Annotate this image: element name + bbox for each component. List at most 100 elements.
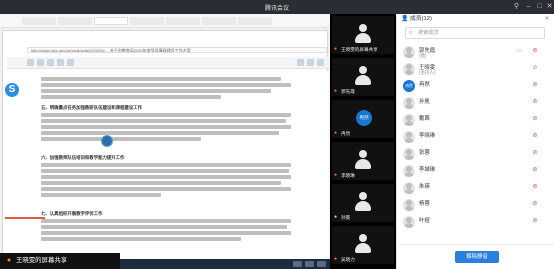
toolbar-button[interactable] [57,59,64,66]
browser-tabs [22,17,322,25]
browser-tab[interactable] [238,17,272,25]
video-tile[interactable]: ● 王晓雯的屏幕共享 [332,16,394,54]
avatar [354,148,372,170]
member-row[interactable]: 叶娅 ⊘ [397,214,554,230]
tile-label: ● 王晓雯的屏幕共享 [334,46,378,52]
tray-icon[interactable] [317,261,326,267]
avatar [403,182,415,194]
avatar [403,148,415,160]
sharer-label: ● 王晓雯的屏幕共享 [0,253,120,269]
browser-tab[interactable] [166,17,200,25]
mic-muted-icon[interactable]: ⊘ [531,115,539,124]
pin-icon[interactable]: ⚲ [512,2,521,11]
doc-heading: 七、认真组织开展教学评优工作 [41,211,103,216]
member-row[interactable]: 冉然 冉然 ⊘ [397,78,554,94]
browser-logo-icon: S [5,83,19,97]
mic-icon: ● [334,130,338,136]
member-name: 戴茜 [419,116,430,122]
mic-muted-icon[interactable]: ⊘ [531,47,539,56]
mic-muted-icon[interactable]: ⊘ [531,183,539,192]
avatar [354,22,372,44]
tray-icon[interactable] [305,261,314,267]
sharer-name: 王晓雯的屏幕共享 [16,257,68,264]
avatar [403,131,415,143]
members-title: 成员(12) [410,16,432,22]
member-row[interactable]: 张蓉 ⊘ [397,146,554,162]
window-title: 腾讯会议 [264,6,289,12]
mic-icon[interactable]: ⊘ [531,64,539,73]
toolbar-button[interactable] [297,59,304,66]
screen-share-area[interactable]: http://www.njxx.gov.cn/xxgk/zcfg/2020/03… [0,14,331,269]
tile-label: ● 李晓琳 [334,172,355,178]
doc-heading: 五、明确重点任务加强教研队伍建设和课程建设工作 [41,105,142,110]
member-row[interactable]: 王晓雯 (主持人) ⊘ [397,61,554,77]
toolbar-button[interactable] [67,59,74,66]
avatar [403,165,415,177]
members-panel: 👤 成员(12) ✕ ⌕ 搜索成员 郭先霞 (我) ▭ ⊘ 王晓雯 (主持人) … [396,14,554,269]
mic-muted-icon[interactable]: ⊘ [531,200,539,209]
mic-icon: ● [334,46,338,52]
video-tile[interactable]: ● 吴晓力 [332,226,394,264]
video-icon[interactable]: ▭ [515,47,523,56]
floating-assistant-icon[interactable] [101,135,113,147]
members-footer: 解除静音 [397,244,554,269]
member-search-input[interactable]: ⌕ 搜索成员 [405,27,545,39]
search-icon: ⌕ [409,30,413,36]
toolbar-button[interactable] [307,59,314,66]
avatar [403,216,415,228]
video-tile[interactable]: ● 郭先霞 [332,58,394,96]
video-tile[interactable]: 冉然 ● 冉然 [332,100,394,138]
video-tile[interactable]: ● 孙冕 [332,184,394,222]
avatar [354,64,372,86]
minimize-icon[interactable]: – [524,2,533,11]
close-window-icon[interactable]: ✕ [545,2,554,11]
mic-muted-icon[interactable]: ⊘ [531,166,539,175]
member-row[interactable]: 朱瑛 ⊘ [397,180,554,196]
member-row[interactable]: 杨蓉 ⊘ [397,197,554,213]
browser-tab-active[interactable] [94,17,128,25]
tray-icon[interactable] [293,261,302,267]
member-row[interactable]: 戴茜 ⊘ [397,112,554,128]
mic-icon: ● [334,172,338,178]
avatar: 冉然 [356,110,372,126]
mic-muted-icon[interactable]: ⊘ [531,81,539,90]
browser-tab[interactable] [202,17,236,25]
member-name: 李晓琳 [419,133,436,139]
avatar [354,190,372,212]
unmute-all-button[interactable]: 解除静音 [455,251,499,263]
tile-label: ● 孙冕 [334,214,351,220]
mic-muted-icon[interactable]: ⊘ [531,132,539,141]
member-name: 朱瑛 [419,184,430,190]
browser-toolbar [7,57,329,69]
meeting-window: 腾讯会议 ⚲ – □ ✕ http://www.njxx.gov.cn/xxgk… [0,0,554,269]
member-name: 李城琳 [419,167,436,173]
toolbar-button[interactable] [27,59,34,66]
address-bar[interactable]: http://www.njxx.gov.cn/xxgk/zcfg/2020/03… [27,47,327,53]
close-icon[interactable]: ✕ [543,14,551,25]
members-header: 👤 成员(12) ✕ [397,14,554,25]
mic-muted-icon[interactable]: ⊘ [531,149,539,158]
shared-browser-window: http://www.njxx.gov.cn/xxgk/zcfg/2020/03… [2,30,331,269]
browser-tab[interactable] [22,17,56,25]
member-name: 杨蓉 [419,201,430,207]
mic-off-icon: ● [334,214,338,220]
toolbar-button[interactable] [37,59,44,66]
toolbar-button[interactable] [47,59,54,66]
member-name: 冉然 [419,82,430,88]
mic-muted-icon[interactable]: ⊘ [531,98,539,107]
video-tile[interactable]: ● 李晓琳 [332,142,394,180]
member-row[interactable]: 郭先霞 (我) ▭ ⊘ [397,44,554,60]
member-row[interactable]: 李城琳 ⊘ [397,163,554,179]
avatar [403,97,415,109]
member-row[interactable]: 李晓琳 ⊘ [397,129,554,145]
toolbar-button[interactable] [317,59,324,66]
browser-tab[interactable] [58,17,92,25]
maximize-icon[interactable]: □ [535,2,544,11]
doc-section: 七、认真组织开展教学评优工作 [41,211,291,241]
mic-muted-icon[interactable]: ⊘ [531,217,539,226]
browser-tab[interactable] [130,17,164,25]
search-placeholder: 搜索成员 [418,30,439,36]
member-row[interactable]: 孙冕 ⊘ [397,95,554,111]
mic-icon: ● [334,256,338,262]
member-role: (我) [419,53,427,58]
